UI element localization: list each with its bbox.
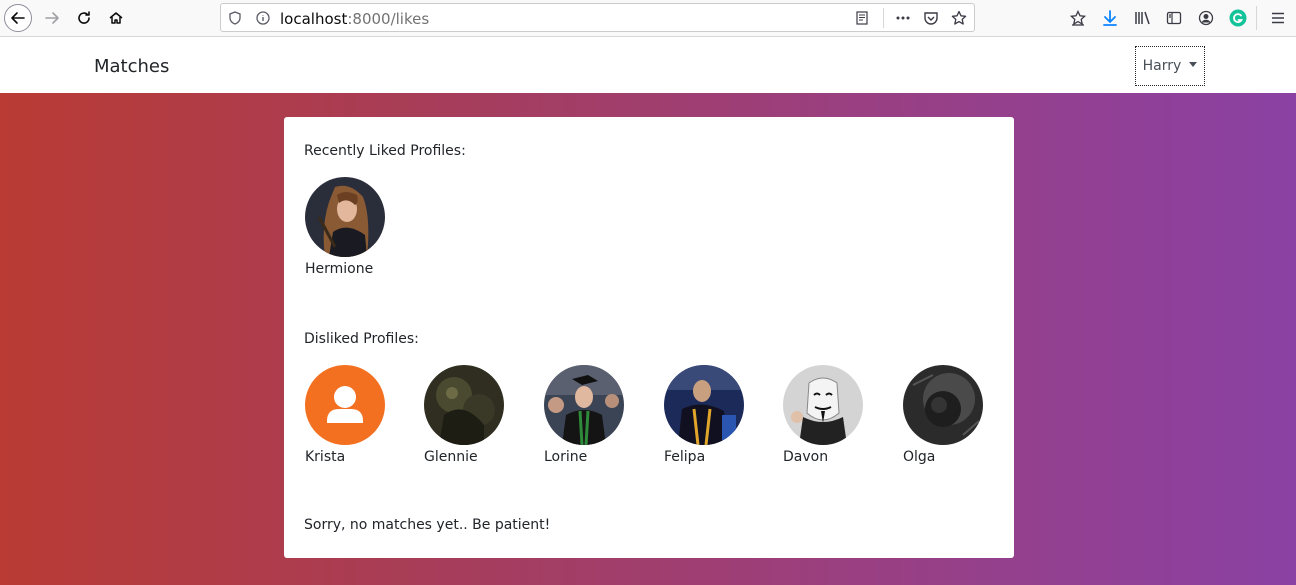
photo-glennie-icon bbox=[424, 365, 504, 445]
disliked-profile[interactable]: Felipa bbox=[664, 365, 746, 465]
browser-toolbar: localhost:8000/likes bbox=[0, 0, 1296, 37]
user-name: Harry bbox=[1142, 58, 1182, 74]
user-dropdown-toggle[interactable]: Harry bbox=[1135, 46, 1205, 86]
disliked-profile[interactable]: Lorine bbox=[544, 365, 626, 465]
bookmark-star-icon[interactable] bbox=[951, 10, 967, 26]
profile-avatar[interactable] bbox=[664, 365, 744, 445]
disliked-section-title: Disliked Profiles: bbox=[304, 331, 419, 347]
disliked-profile[interactable]: Olga bbox=[903, 365, 985, 465]
profile-avatar[interactable] bbox=[903, 365, 983, 445]
arrow-right-icon bbox=[45, 12, 59, 24]
profile-name: Glennie bbox=[424, 449, 478, 465]
profile-avatar[interactable] bbox=[544, 365, 624, 445]
profile-name: Hermione bbox=[305, 261, 374, 277]
url-text[interactable]: localhost:8000/likes bbox=[280, 10, 429, 28]
profile-name: Davon bbox=[783, 449, 829, 465]
back-button[interactable] bbox=[4, 4, 32, 32]
shield-icon[interactable] bbox=[227, 10, 243, 26]
user-placeholder-icon bbox=[305, 365, 385, 445]
liked-section-title: Recently Liked Profiles: bbox=[304, 143, 466, 159]
disliked-profile[interactable]: Glennie bbox=[424, 365, 506, 465]
url-divider bbox=[883, 8, 884, 28]
arrow-left-icon bbox=[11, 12, 25, 24]
sidebar-icon[interactable] bbox=[1164, 8, 1184, 28]
download-icon[interactable] bbox=[1100, 8, 1120, 28]
url-bar[interactable]: localhost:8000/likes bbox=[220, 3, 975, 32]
profile-avatar[interactable] bbox=[424, 365, 504, 445]
bookmarks-star-icon[interactable] bbox=[1068, 8, 1088, 28]
home-icon bbox=[109, 12, 123, 24]
forward-button[interactable] bbox=[38, 4, 66, 32]
app-navbar: Matches Harry bbox=[0, 38, 1296, 93]
profile-avatar[interactable] bbox=[305, 177, 385, 257]
account-icon[interactable] bbox=[1196, 8, 1216, 28]
reload-button[interactable] bbox=[70, 4, 98, 32]
photo-hermione-icon bbox=[305, 177, 385, 257]
photo-felipa-icon bbox=[664, 365, 744, 445]
photo-davon-icon bbox=[783, 365, 863, 445]
reader-view-icon[interactable] bbox=[854, 10, 870, 26]
caret-down-icon bbox=[1189, 61, 1198, 67]
photo-lorine-icon bbox=[544, 365, 624, 445]
disliked-profile[interactable]: Davon bbox=[783, 365, 865, 465]
home-button[interactable] bbox=[102, 4, 130, 32]
info-icon[interactable] bbox=[255, 10, 271, 26]
brand-link[interactable]: Matches bbox=[94, 56, 169, 77]
reload-icon bbox=[78, 11, 90, 24]
profile-avatar[interactable] bbox=[783, 365, 863, 445]
profile-name: Lorine bbox=[544, 449, 588, 465]
profile-name: Krista bbox=[305, 449, 346, 465]
liked-profile[interactable]: Hermione bbox=[305, 177, 387, 277]
photo-olga-icon bbox=[903, 365, 983, 445]
library-icon[interactable] bbox=[1133, 8, 1153, 28]
toolbar-divider bbox=[1256, 6, 1257, 30]
grammarly-icon[interactable] bbox=[1228, 8, 1248, 28]
profile-name: Felipa bbox=[664, 449, 706, 465]
profile-avatar[interactable] bbox=[305, 365, 385, 445]
no-matches-notice: Sorry, no matches yet.. Be patient! bbox=[304, 517, 551, 533]
disliked-profile[interactable]: Krista bbox=[305, 365, 387, 465]
likes-card: Recently Liked Profiles: Hermione Dislik… bbox=[284, 117, 1014, 558]
pocket-icon[interactable] bbox=[923, 10, 939, 26]
profile-name: Olga bbox=[903, 449, 936, 465]
hamburger-menu-icon[interactable] bbox=[1268, 8, 1288, 28]
more-icon[interactable] bbox=[895, 10, 911, 26]
